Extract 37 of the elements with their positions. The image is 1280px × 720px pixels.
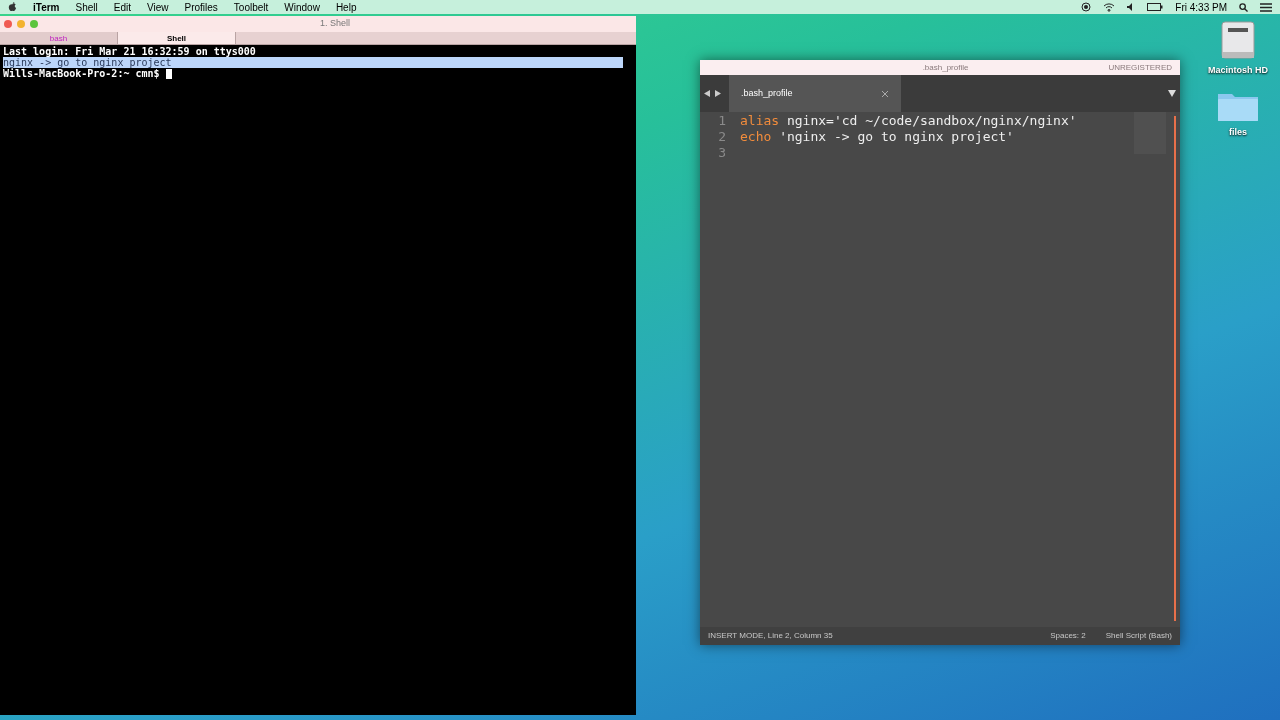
apple-logo-icon[interactable] (8, 2, 17, 12)
cursor (165, 68, 172, 79)
hard-drive-icon[interactable] (1220, 20, 1256, 60)
wifi-icon[interactable] (1103, 2, 1116, 12)
menu-item[interactable]: Edit (113, 0, 131, 15)
code-line: echo 'nginx -> go to nginx project' (740, 129, 1014, 145)
terminal-line: Wills-MacBook-Pro-2:~ cmn$ (3, 68, 160, 79)
line-number: 3 (717, 145, 726, 161)
editor-tab[interactable]: .bash_profile (729, 75, 901, 112)
menu-item[interactable]: Shell (75, 0, 98, 15)
record-icon[interactable] (1081, 2, 1092, 12)
menu-item[interactable]: Window (284, 0, 320, 15)
close-button[interactable] (4, 20, 12, 28)
code-line: alias nginx='cd ~/code/sandbox/nginx/nginx' (740, 113, 1077, 129)
line-number: 1 (717, 113, 726, 129)
window-title: 1. Shell (320, 17, 350, 31)
window-title: .bash_profile (922, 61, 969, 74)
menu-item[interactable]: Toolbelt (233, 0, 269, 15)
menu-item[interactable]: View (147, 0, 169, 15)
terminal-tab[interactable]: Shell (118, 32, 236, 44)
line-number: 2 (717, 129, 726, 145)
syntax-label[interactable]: Shell Script (Bash) (1105, 630, 1172, 642)
battery-icon[interactable] (1147, 3, 1164, 11)
status-text: Spaces: 2 (1050, 630, 1086, 642)
terminal-line: Last login: Fri Mar 21 16:32:59 on ttys000 (3, 46, 256, 57)
search-icon[interactable] (1239, 2, 1248, 12)
menu-item[interactable]: Help (335, 0, 357, 15)
tab-right-arrow-icon[interactable] (715, 90, 721, 97)
tab-left-arrow-icon[interactable] (704, 90, 710, 97)
unregistered-label: UNREGISTERED (1108, 61, 1172, 74)
status-text: INSERT MODE, Line 2, Column 35 (708, 630, 833, 642)
list-icon[interactable] (1260, 2, 1272, 12)
menu-clock[interactable]: Fri 4:33 PM (1175, 0, 1227, 15)
menu-item[interactable]: Profiles (184, 0, 218, 15)
close-icon[interactable] (881, 89, 889, 98)
dropdown-icon[interactable] (1168, 90, 1176, 97)
menu-app-name[interactable]: iTerm (33, 0, 60, 15)
